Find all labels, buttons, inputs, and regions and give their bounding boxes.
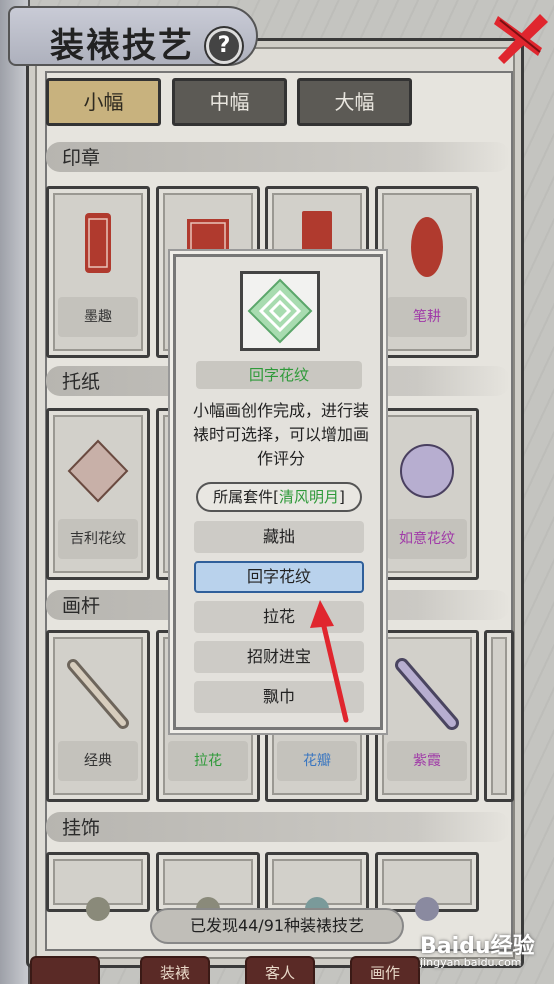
section-ornament: 挂饰 <box>46 812 510 842</box>
paper-card-label: 吉利花纹 <box>58 519 138 559</box>
bottom-tab-mount[interactable]: 装裱 <box>140 956 210 984</box>
pendant-icon <box>86 897 110 921</box>
seal-stamp-icon <box>85 213 111 273</box>
section-rod-label: 画杆 <box>62 595 101 617</box>
hui-pattern-icon <box>247 278 313 344</box>
title-banner: 装裱技艺 ? <box>8 6 258 66</box>
seal-card-moqu[interactable]: 墨趣 <box>46 186 150 358</box>
scroll-rod-icon <box>67 659 129 729</box>
set-name[interactable]: 清风明月 <box>279 488 339 506</box>
tab-large[interactable]: 大幅 <box>297 78 412 126</box>
rod-card-zixia[interactable]: 紫霞 <box>375 630 479 802</box>
item-preview <box>240 271 320 351</box>
page-title: 装裱技艺 <box>50 26 194 66</box>
ornament-card-2[interactable] <box>156 852 260 921</box>
seal-card-label: 笔耕 <box>387 297 467 337</box>
watermark: Baidu经验 jingyan.baidu.com <box>420 928 550 980</box>
section-ornament-label: 挂饰 <box>62 817 101 839</box>
paper-card-jili[interactable]: 吉利花纹 <box>46 408 150 580</box>
rod-card-jingdian[interactable]: 经典 <box>46 630 150 802</box>
close-icon[interactable] <box>490 8 550 68</box>
option-cangzhuo[interactable]: 藏拙 <box>194 521 364 553</box>
discover-count: 已发现44/91种装裱技艺 <box>150 908 404 944</box>
seal-stamp-icon <box>411 217 443 277</box>
rod-card-partial[interactable] <box>484 630 514 802</box>
section-seal: 印章 <box>46 142 510 172</box>
item-set: 所属套件[清风明月] <box>196 482 362 512</box>
set-suffix: ] <box>339 488 345 506</box>
paper-card-label: 如意花纹 <box>387 519 467 559</box>
option-huizi-selected[interactable]: 回字花纹 <box>194 561 364 593</box>
paper-card-ruyi[interactable]: 如意花纹 <box>375 408 479 580</box>
annotation-arrow-icon <box>310 600 349 723</box>
item-description: 小幅画创作完成，进行装裱时可选择，可以增加画作评分 <box>192 401 369 468</box>
tab-medium[interactable]: 中幅 <box>172 78 287 126</box>
item-name: 回字花纹 <box>196 361 362 389</box>
ornament-card-3[interactable] <box>265 852 369 921</box>
section-paper-label: 托纸 <box>62 371 101 393</box>
rod-card-label: 紫霞 <box>387 741 467 781</box>
bottom-tab-1[interactable] <box>30 956 100 984</box>
scroll-rod-icon <box>395 658 459 730</box>
section-seal-label: 印章 <box>62 147 101 169</box>
rod-card-label: 拉花 <box>168 741 248 781</box>
tab-small[interactable]: 小幅 <box>46 78 161 126</box>
set-prefix: 所属套件[ <box>213 488 279 506</box>
bottom-tab-paintings[interactable]: 画作 <box>350 956 420 984</box>
rod-card-label: 经典 <box>58 741 138 781</box>
seal-card-label: 墨趣 <box>58 297 138 337</box>
bottom-tab-guests[interactable]: 客人 <box>245 956 315 984</box>
pattern-tile-icon <box>400 444 454 498</box>
help-button[interactable]: ? <box>206 28 242 64</box>
ornament-card-1[interactable] <box>46 852 150 921</box>
rod-card-label: 花瓣 <box>277 741 357 781</box>
ornament-card-4[interactable] <box>375 852 479 921</box>
pattern-tile-icon <box>67 439 129 503</box>
seal-card-bigeng[interactable]: 笔耕 <box>375 186 479 358</box>
